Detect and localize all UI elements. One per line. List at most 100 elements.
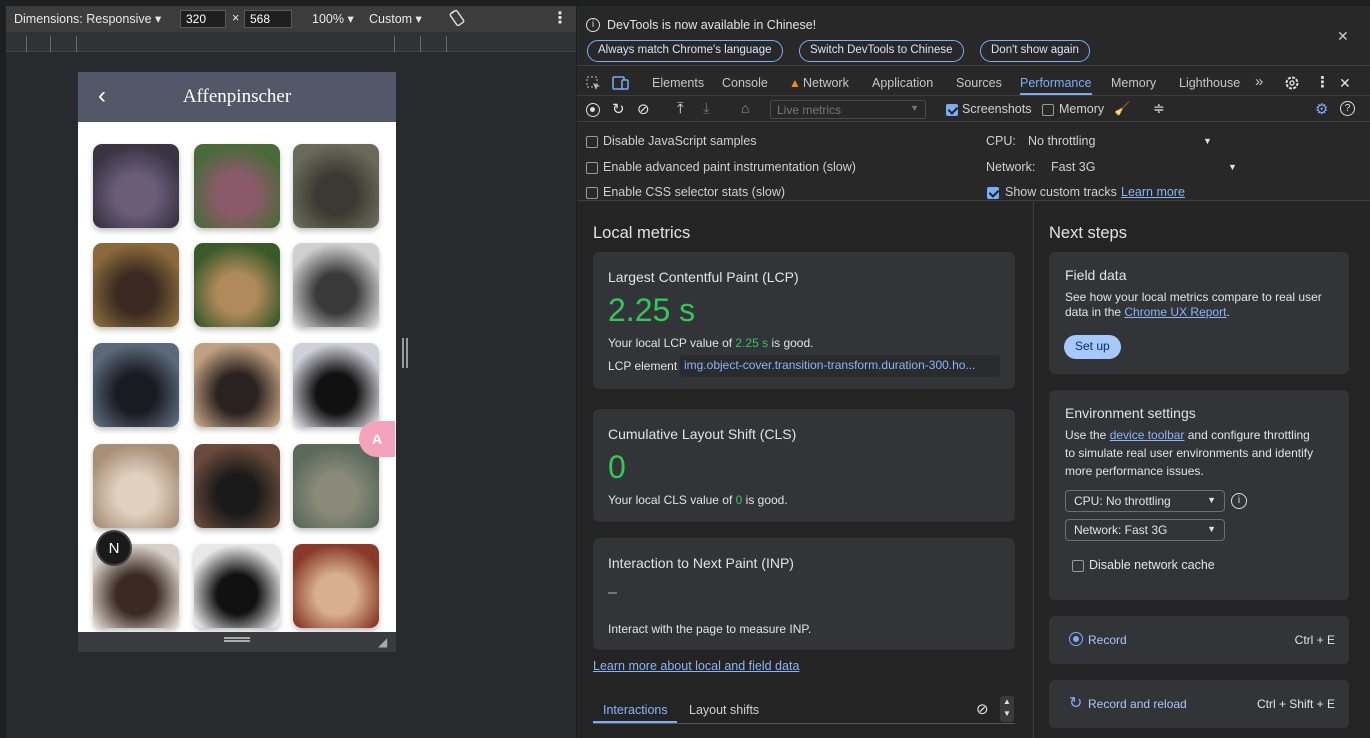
lcp-element-node-link[interactable]: img.object-cover.transition-transform.du…	[680, 355, 1000, 377]
split-icon[interactable]: ≑	[1153, 100, 1165, 117]
dog-thumbnail[interactable]	[194, 544, 280, 628]
tab-console[interactable]: Console	[722, 76, 768, 90]
height-input[interactable]: 568	[244, 10, 292, 28]
record-reload-shortcut: Ctrl + Shift + E	[1256, 697, 1335, 711]
scroll-stepper[interactable]: ▲ ▼	[1000, 696, 1014, 722]
throttle-dropdown[interactable]: Custom ▾	[369, 11, 422, 26]
advanced-paint-checkbox[interactable]	[586, 162, 598, 174]
close-infobar-icon[interactable]: ✕	[1337, 28, 1349, 45]
dog-thumbnail[interactable]	[194, 243, 280, 327]
side-resize-handle[interactable]	[402, 338, 408, 368]
dog-thumbnail[interactable]	[194, 144, 280, 228]
clear-log-icon[interactable]: ⊘	[976, 700, 989, 718]
custom-tracks-checkbox[interactable]	[987, 187, 999, 199]
more-options-icon[interactable]: ⋮	[552, 8, 568, 28]
record-label: Record	[1088, 633, 1127, 647]
cpu-throttle-dropdown[interactable]: CPU: No throttling ▼	[1065, 490, 1225, 512]
record-card[interactable]: Record Ctrl + E	[1049, 616, 1349, 664]
info-icon: i	[586, 18, 600, 32]
download-icon[interactable]: ⤓	[703, 100, 710, 117]
zoom-dropdown[interactable]: 100% ▾	[312, 11, 354, 26]
record-icon[interactable]	[586, 103, 600, 117]
network-throttle-dropdown[interactable]: Network: Fast 3G ▼	[1065, 519, 1225, 541]
performance-toolbar: ↻ ⊘ ⤒ ⤓ ⌂ Live metrics ▼ Screenshots Memo…	[577, 98, 1370, 122]
setup-button[interactable]: Set up	[1064, 335, 1121, 359]
disable-cache-label: Disable network cache	[1089, 558, 1215, 572]
tab-network[interactable]: Network	[803, 76, 849, 90]
tab-layout-shifts[interactable]: Layout shifts	[689, 703, 759, 717]
tab-elements[interactable]: Elements	[652, 76, 704, 90]
capture-settings-icon[interactable]: ⚙	[1315, 100, 1328, 118]
dog-thumbnail[interactable]	[293, 144, 379, 228]
bottom-resize-handle[interactable]	[224, 637, 250, 642]
dog-thumbnail[interactable]	[293, 343, 379, 427]
dog-thumbnail[interactable]	[293, 544, 379, 628]
memory-label: Memory	[1059, 102, 1105, 116]
dont-show-again-button[interactable]: Don't show again	[980, 40, 1090, 62]
tab-application[interactable]: Application	[872, 76, 933, 90]
close-devtools-icon[interactable]: ✕	[1339, 75, 1351, 92]
switch-to-chinese-button[interactable]: Switch DevTools to Chinese	[799, 40, 964, 62]
device-toolbar-toggle-icon[interactable]	[612, 76, 629, 91]
inspect-element-icon[interactable]	[586, 76, 601, 91]
tab-sources[interactable]: Sources	[956, 76, 1002, 90]
tab-performance[interactable]: Performance	[1020, 76, 1092, 95]
disable-cache-checkbox[interactable]	[1072, 560, 1084, 572]
live-metrics-dropdown[interactable]: Live metrics ▼	[770, 100, 926, 119]
disable-js-samples-checkbox[interactable]	[586, 136, 598, 148]
cls-description: Your local CLS value of 0 is good.	[608, 493, 788, 507]
dog-thumbnail[interactable]	[93, 243, 179, 327]
infobar-message: DevTools is now available in Chinese!	[607, 18, 817, 32]
cpu-label: CPU:	[986, 134, 1016, 148]
screenshots-label: Screenshots	[962, 102, 1032, 116]
local-metrics-heading: Local metrics	[593, 224, 691, 242]
language-infobar: i DevTools is now available in Chinese! …	[577, 6, 1370, 66]
network-label: Network:	[986, 160, 1036, 174]
cpu-info-icon[interactable]: i	[1231, 493, 1247, 509]
css-selector-stats-checkbox[interactable]	[586, 187, 598, 199]
environment-settings-card: Environment settings Use the device tool…	[1049, 390, 1349, 600]
record-reload-card[interactable]: ↻ Record and reload Ctrl + Shift + E	[1049, 680, 1349, 728]
devtools-menu-icon[interactable]: ⋮	[1315, 73, 1330, 91]
width-input[interactable]: 320	[180, 10, 226, 28]
settings-gear-icon[interactable]	[1284, 75, 1300, 91]
dog-thumbnail[interactable]	[293, 444, 379, 528]
always-match-language-button[interactable]: Always match Chrome's language	[587, 40, 783, 62]
memory-checkbox[interactable]	[1042, 104, 1054, 116]
rotate-icon[interactable]	[448, 9, 466, 27]
network-throttle-select[interactable]: Fast 3G	[1051, 160, 1095, 174]
css-selector-stats-label: Enable CSS selector stats (slow)	[603, 185, 786, 199]
clear-icon[interactable]: ⊘	[637, 100, 650, 118]
back-button[interactable]: ‹	[98, 83, 106, 109]
tab-memory[interactable]: Memory	[1111, 76, 1156, 90]
reload-record-icon[interactable]: ↻	[612, 100, 625, 118]
device-toolbar-link[interactable]: device toolbar	[1110, 428, 1185, 442]
dimensions-dropdown[interactable]: Dimensions: Responsive ▾	[14, 11, 161, 26]
device-resize-footer: ◢	[78, 632, 396, 652]
dog-thumbnail[interactable]	[194, 444, 280, 528]
learn-more-local-field-link[interactable]: Learn more about local and field data	[593, 659, 799, 673]
help-icon[interactable]: ?	[1340, 101, 1355, 116]
next-steps-heading: Next steps	[1049, 224, 1127, 242]
upload-icon[interactable]: ⤒	[677, 100, 684, 117]
more-tabs-icon[interactable]: »	[1255, 73, 1263, 90]
cpu-throttle-select[interactable]: No throttling	[1028, 134, 1095, 148]
home-icon[interactable]: ⌂	[741, 100, 749, 116]
chrome-ux-report-link[interactable]: Chrome UX Report	[1124, 305, 1226, 319]
learn-more-link[interactable]: Learn more	[1121, 185, 1185, 199]
tab-lighthouse[interactable]: Lighthouse	[1179, 76, 1240, 90]
inp-card: Interaction to Next Paint (INP) – Intera…	[593, 538, 1015, 650]
next-steps-column: Next steps Field data See how your local…	[1033, 202, 1370, 738]
lcp-element-label: LCP element	[608, 359, 678, 373]
dog-thumbnail[interactable]	[93, 343, 179, 427]
tab-interactions[interactable]: Interactions	[603, 703, 668, 717]
screenshots-checkbox[interactable]	[946, 104, 958, 116]
dog-thumbnail[interactable]	[293, 243, 379, 327]
avatar[interactable]: N	[96, 530, 132, 566]
dog-thumbnail[interactable]	[194, 343, 280, 427]
corner-resize-icon[interactable]: ◢	[378, 635, 387, 649]
dog-thumbnail[interactable]	[93, 144, 179, 228]
translate-badge[interactable]: A	[359, 421, 395, 457]
garbage-collect-icon[interactable]: 🧹	[1114, 101, 1130, 117]
dog-thumbnail[interactable]	[93, 444, 179, 528]
